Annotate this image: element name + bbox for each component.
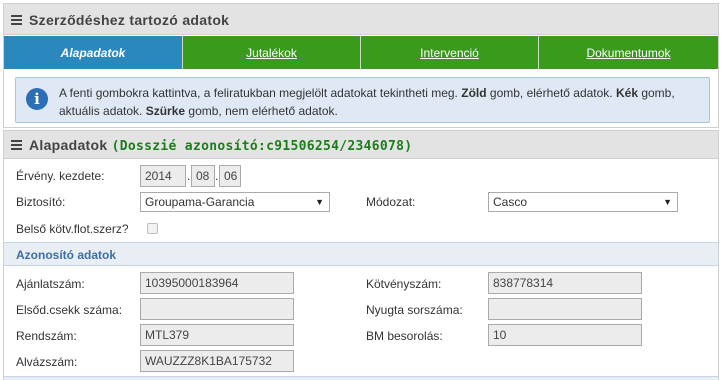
chassis-number-field[interactable]: WAUZZZ8K1BA175732	[140, 350, 294, 372]
bm-class-field[interactable]: 10	[488, 324, 642, 346]
policy-number-field[interactable]: 838778314	[488, 272, 642, 294]
insurer-select[interactable]: Groupama-Garancia ▼	[140, 192, 330, 212]
primary-cheque-label: Elsőd.csekk száma:	[16, 303, 123, 317]
validity-start-label: Érvény. kezdete:	[16, 169, 105, 183]
date-year-field[interactable]: 2014	[140, 165, 186, 187]
dossier-id: (Dosszié azonosító:c91506254/2346078)	[111, 139, 413, 154]
bm-class-label: BM besorolás:	[366, 329, 443, 343]
date-separator: .	[187, 169, 191, 183]
section-divider	[4, 376, 718, 380]
tab-alapadatok[interactable]: Alapadatok	[4, 36, 182, 69]
tab-bar: Alapadatok Jutalékok Intervenció Dokumen…	[4, 36, 718, 69]
tab-dokumentumok[interactable]: Dokumentumok	[538, 36, 718, 69]
modality-label: Módozat:	[366, 195, 416, 209]
internal-policy-checkbox[interactable]	[147, 223, 158, 234]
modality-select[interactable]: Casco ▼	[488, 192, 678, 212]
info-text: A fenti gombokra kattintva, a feliratukb…	[59, 86, 675, 118]
panel-header: Alapadatok (Dosszié azonosító:c91506254/…	[4, 131, 718, 159]
section-title: Azonosító adatok	[16, 248, 117, 262]
date-month-field[interactable]: 08	[191, 165, 215, 187]
section-header: Azonosító adatok	[4, 242, 718, 266]
receipt-number-field[interactable]	[488, 298, 642, 320]
primary-cheque-field[interactable]	[140, 298, 294, 320]
info-icon: i	[26, 88, 48, 110]
offer-number-label: Ajánlatszám:	[16, 277, 85, 291]
receipt-number-label: Nyugta sorszáma:	[366, 303, 463, 317]
panel-header: Szerződéshez tartozó adatok	[4, 4, 718, 35]
insurer-label: Biztosító:	[16, 195, 66, 209]
plate-number-label: Rendszám:	[16, 329, 77, 343]
chassis-number-label: Alvázszám:	[16, 355, 78, 369]
policy-number-label: Kötvényszám:	[366, 277, 442, 291]
tab-intervencio[interactable]: Intervenció	[360, 36, 538, 69]
tab-jutalekok[interactable]: Jutalékok	[182, 36, 360, 69]
date-separator: .	[215, 169, 219, 183]
hamburger-icon[interactable]	[11, 140, 22, 152]
panel-title: Szerződéshez tartozó adatok	[29, 12, 230, 28]
chevron-down-icon: ▼	[663, 197, 672, 207]
date-day-field[interactable]: 06	[219, 165, 241, 187]
offer-number-field[interactable]: 10395000183964	[140, 272, 294, 294]
panel-title: Alapadatok (Dosszié azonosító:c91506254/…	[29, 137, 413, 154]
hamburger-icon[interactable]	[11, 15, 22, 27]
basic-data-panel: Alapadatok (Dosszié azonosító:c91506254/…	[3, 130, 719, 380]
info-message: i A fenti gombokra kattintva, a feliratu…	[15, 77, 710, 123]
chevron-down-icon: ▼	[315, 197, 324, 207]
internal-policy-label: Belső kötv.flot.szerz?	[16, 222, 129, 236]
insurer-value: Groupama-Garancia	[145, 195, 255, 209]
modality-value: Casco	[493, 195, 528, 209]
contract-data-panel: Szerződéshez tartozó adatok Alapadatok J…	[3, 3, 719, 128]
plate-number-field[interactable]: MTL379	[140, 324, 294, 346]
